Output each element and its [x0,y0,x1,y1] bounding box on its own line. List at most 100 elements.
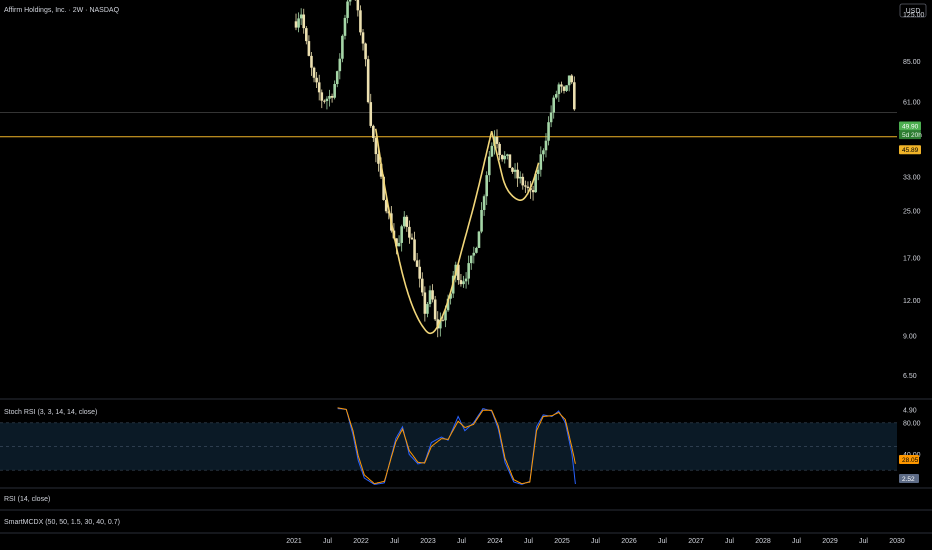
candle[interactable] [348,0,352,6]
candle[interactable] [402,211,406,229]
candle-body [477,231,481,248]
candle[interactable] [397,235,401,247]
time-axis-tick-label: 2026 [621,538,637,545]
candle[interactable] [302,8,306,34]
candle[interactable] [562,85,566,94]
candle[interactable] [325,96,329,110]
smartmcdx-label[interactable]: SmartMCDX (50, 50, 1.5, 30, 40, 0.7) [4,519,120,526]
candle[interactable] [513,163,517,179]
candle[interactable] [482,194,486,216]
candle[interactable] [359,5,362,36]
candle[interactable] [369,93,373,128]
rsi-label[interactable]: RSI (14, close) [4,496,50,503]
candle[interactable] [356,0,360,17]
candle[interactable] [487,150,491,182]
candle[interactable] [531,185,535,201]
candle[interactable] [567,75,571,92]
candle[interactable] [338,53,342,80]
candle[interactable] [307,35,311,57]
candle[interactable] [333,80,336,100]
candle[interactable] [428,285,432,308]
candle[interactable] [420,272,424,297]
candle[interactable] [552,95,556,119]
candle[interactable] [312,66,316,83]
stoch-rsi-label[interactable]: Stoch RSI (3, 3, 14, 14, close) [4,409,97,416]
cup-pattern-curve[interactable] [374,128,493,335]
candle[interactable] [539,146,543,177]
candle[interactable] [297,12,300,33]
candle[interactable] [459,274,463,287]
candle[interactable] [498,142,501,161]
candlestick-series[interactable] [294,0,576,338]
candle[interactable] [341,34,344,63]
candle[interactable] [366,55,370,104]
candle[interactable] [317,74,321,101]
candle[interactable] [570,74,574,85]
candle[interactable] [330,93,334,103]
candle[interactable] [565,85,568,93]
candle[interactable] [560,81,563,93]
candle-body [498,143,501,156]
candle[interactable] [469,255,473,270]
candle[interactable] [305,26,308,45]
candle[interactable] [554,90,558,100]
candle[interactable] [361,29,365,51]
candle[interactable] [557,82,561,103]
candle[interactable] [475,246,478,254]
candle[interactable] [372,124,375,142]
candle[interactable] [511,167,514,174]
time-axis[interactable]: 2021 Jul 2022 Jul 2023 Jul 2024 Jul 2025 Jul 2026 J… [286,538,905,545]
candle[interactable] [477,230,481,249]
candle[interactable] [490,142,494,158]
candle[interactable] [400,224,403,252]
candle[interactable] [418,259,422,288]
candle-body [560,84,563,87]
candle[interactable] [413,231,416,262]
candle[interactable] [549,105,553,128]
chart-canvas[interactable]: Affirm Holdings, Inc. · 2W · NASDAQ USD … [0,0,932,550]
candle[interactable] [506,153,509,160]
candle[interactable] [315,72,318,88]
candle[interactable] [405,214,409,232]
candle[interactable] [464,272,468,289]
candle[interactable] [415,252,419,268]
candle[interactable] [495,129,499,149]
candle[interactable] [472,246,476,264]
candle[interactable] [467,255,470,285]
candle-body [323,100,326,102]
candle[interactable] [521,173,525,190]
candle[interactable] [542,148,545,162]
candle[interactable] [508,154,512,168]
candle[interactable] [433,295,437,322]
candle[interactable] [323,99,326,104]
candle[interactable] [516,162,519,187]
candle[interactable] [364,42,367,67]
candle[interactable] [518,171,522,184]
candle[interactable] [485,171,489,206]
candle[interactable] [354,0,357,1]
candle[interactable] [294,13,298,31]
candle[interactable] [408,220,411,244]
candle[interactable] [573,76,576,111]
candle[interactable] [410,233,414,240]
candle[interactable] [503,151,507,164]
candle[interactable] [343,14,347,40]
candle[interactable] [524,180,527,193]
time-axis-tick-label: Jul [390,538,399,545]
candle[interactable] [310,51,313,76]
price-axis[interactable]: 800.00600.00440.00315.00235.00175.00125.… [903,0,925,415]
candle[interactable] [346,0,349,24]
candle[interactable] [423,286,427,322]
candle[interactable] [547,116,550,146]
price-axis-tick-label: 4.90 [903,408,917,415]
candle[interactable] [320,89,324,109]
candle[interactable] [500,154,504,162]
candle[interactable] [462,275,465,288]
candle[interactable] [299,8,303,26]
candle[interactable] [335,70,339,88]
candle[interactable] [431,284,434,303]
candle[interactable] [480,202,483,234]
candle[interactable] [426,302,429,318]
candle[interactable] [328,89,331,107]
candle[interactable] [439,312,442,337]
